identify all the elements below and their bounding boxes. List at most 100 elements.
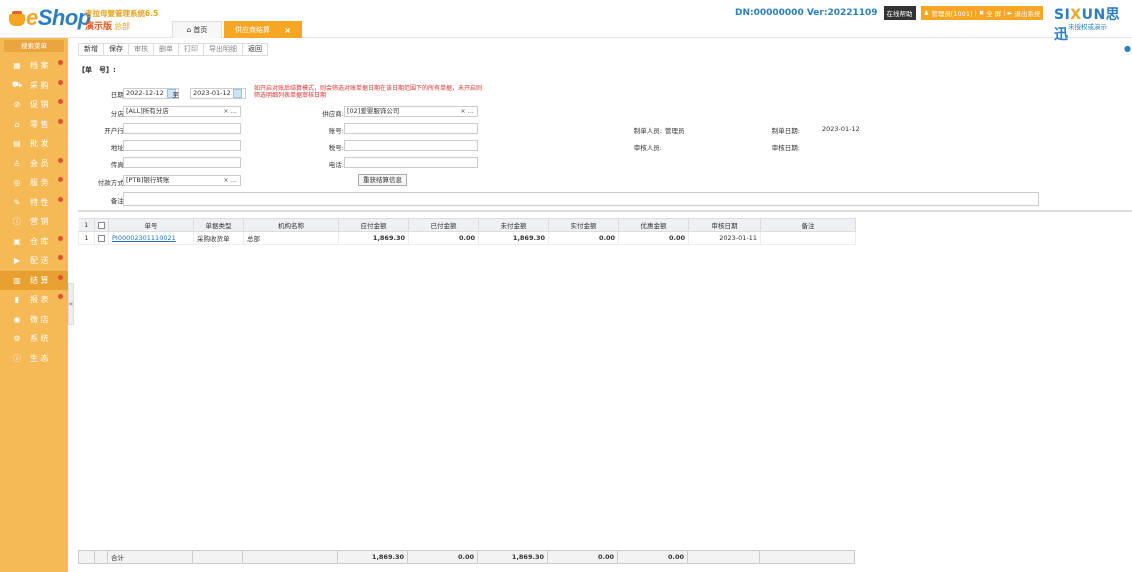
cell-remark[interactable] bbox=[760, 231, 856, 245]
account-input[interactable] bbox=[344, 123, 478, 134]
sidebar-item-13[interactable]: ◉ 微 店 bbox=[0, 310, 68, 330]
branch-select[interactable]: [ALL]所有分店 × ... bbox=[123, 106, 241, 117]
col-audit-date[interactable]: 审核日期 bbox=[688, 218, 761, 232]
sidebar-item-2[interactable]: ⊘ 促 销 bbox=[0, 95, 68, 115]
total-unpaid: 1,869.30 bbox=[477, 550, 548, 564]
make-date-value: 2023-01-12 bbox=[822, 125, 860, 133]
sidebar-item-0[interactable]: ▦ 档 案 bbox=[0, 56, 68, 76]
delete-button[interactable]: 删单 bbox=[154, 44, 179, 55]
sidebar-item-7[interactable]: ✎ 特 性 bbox=[0, 193, 68, 213]
settings-dot-icon[interactable]: ● bbox=[1124, 44, 1131, 53]
clear-icon[interactable]: × ... bbox=[223, 176, 237, 185]
col-remark[interactable]: 备注 bbox=[760, 218, 856, 232]
fax-input[interactable] bbox=[123, 157, 241, 168]
auditor-label: 审核人员: bbox=[633, 144, 662, 152]
row-count-header: 1 bbox=[78, 218, 95, 232]
user-bar: ♟ 管理员[1001] | ✖ 全 屏 | ► 退出系统 bbox=[920, 6, 1044, 20]
col-payable[interactable]: 应付金额 bbox=[338, 218, 409, 232]
audit-button[interactable]: 审核 bbox=[129, 44, 154, 55]
new-button[interactable]: 新增 bbox=[79, 44, 104, 55]
grid-header-row: 1 单号 单据类型 机构名称 应付金额 已付金额 未付金额 实付金额 优惠金额 … bbox=[78, 218, 856, 232]
cell-doc-type: 采购收货单 bbox=[193, 231, 244, 245]
doc-no-link[interactable]: PI00002301110021 bbox=[108, 231, 194, 245]
sidebar-item-9[interactable]: ▣ 仓 库 bbox=[0, 232, 68, 252]
col-discount[interactable]: 优惠金额 bbox=[618, 218, 689, 232]
supplier-select[interactable]: [02]爱婴服饰公司 × ... bbox=[344, 106, 478, 117]
back-button[interactable]: 返回 bbox=[243, 44, 267, 55]
cell-audit-date: 2023-01-11 bbox=[688, 231, 761, 245]
sidebar-item-1[interactable]: ⛟ 采 购 bbox=[0, 76, 68, 96]
chart-icon: ▤ bbox=[13, 139, 21, 149]
sidebar-item-12[interactable]: ▮ 报 表 bbox=[0, 290, 68, 310]
refetch-settlement-button[interactable]: 重获结算信息 bbox=[358, 174, 407, 186]
col-org-name[interactable]: 机构名称 bbox=[243, 218, 339, 232]
clear-icon[interactable]: × ... bbox=[460, 107, 474, 116]
fullscreen-button[interactable]: 全 屏 bbox=[986, 8, 1001, 18]
account-label: 账号: bbox=[328, 127, 344, 135]
sidebar-item-3[interactable]: ⌂ 零 售 bbox=[0, 115, 68, 135]
tab-supplier-settlement[interactable]: 供应商结算 × bbox=[224, 21, 302, 38]
sidebar-item-label: 配 送 bbox=[30, 256, 49, 266]
cart-icon: ⛟ bbox=[11, 80, 23, 90]
address-label: 地址: bbox=[110, 144, 126, 152]
sidebar-collapse-button[interactable]: « bbox=[68, 283, 74, 325]
user-icon: ♟ bbox=[923, 9, 930, 17]
sidebar-item-10[interactable]: ▶ 配 送 bbox=[0, 251, 68, 271]
sidebar-item-15[interactable]: ⓘ 生 态 bbox=[0, 349, 68, 369]
sidebar-item-14[interactable]: ⚙ 系 统 bbox=[0, 329, 68, 349]
export-detail-button[interactable]: 导出明细 bbox=[204, 44, 243, 55]
notification-dot bbox=[58, 177, 63, 182]
col-doc-no[interactable]: 单号 bbox=[108, 218, 194, 232]
notification-dot bbox=[58, 79, 63, 85]
remark-input[interactable] bbox=[123, 192, 1039, 206]
sidebar-item-label: 系 统 bbox=[30, 334, 49, 344]
settlement-grid: 1 单号 单据类型 机构名称 应付金额 已付金额 未付金额 实付金额 优惠金额 … bbox=[78, 210, 1132, 562]
user-icon: ♙ bbox=[13, 158, 21, 168]
menu-search-button[interactable]: 搜索菜单 bbox=[4, 40, 64, 52]
sidebar-item-11[interactable]: ▥ 结 算 bbox=[0, 270, 68, 290]
cell-discount[interactable]: 0.00 bbox=[618, 231, 689, 245]
col-unpaid[interactable]: 未付金额 bbox=[478, 218, 549, 232]
save-button[interactable]: 保存 bbox=[104, 44, 129, 55]
truck-icon: ▶ bbox=[13, 256, 21, 266]
warehouse-icon: ▣ bbox=[13, 236, 21, 246]
pay-method-select[interactable]: [PTB]银行转账 × ... bbox=[123, 175, 241, 186]
version-info: DN:00000000 Ver:20221109 bbox=[735, 8, 878, 18]
col-actual[interactable]: 实付金额 bbox=[548, 218, 619, 232]
notification-dot bbox=[58, 196, 63, 202]
maker-label: 制单人员: bbox=[633, 127, 662, 135]
sidebar-item-6[interactable]: ◎ 服 务 bbox=[0, 173, 68, 193]
cell-actual[interactable]: 0.00 bbox=[548, 231, 619, 245]
col-paid[interactable]: 已付金额 bbox=[408, 218, 479, 232]
sidebar-item-label: 促 销 bbox=[30, 100, 49, 110]
tab-home[interactable]: ⌂ 首页 bbox=[172, 21, 222, 38]
table-row[interactable]: 1 PI00002301110021 采购收货单 总部 1,869.30 0.0… bbox=[78, 231, 856, 245]
sidebar-item-label: 特 性 bbox=[30, 197, 49, 207]
select-all-checkbox[interactable] bbox=[94, 218, 109, 232]
clear-icon[interactable]: × ... bbox=[223, 107, 237, 116]
tax-input[interactable] bbox=[344, 140, 478, 151]
settle-icon: ▥ bbox=[13, 275, 21, 285]
online-help-button[interactable]: 在线帮助 bbox=[883, 6, 916, 20]
calendar-icon[interactable] bbox=[233, 89, 242, 98]
info-icon: ⓘ bbox=[13, 217, 21, 227]
eshop-logo: eShop bbox=[8, 5, 91, 33]
cell-org-name: 总部 bbox=[243, 231, 339, 245]
make-date-label: 制单日期: bbox=[771, 127, 800, 135]
sidebar-item-8[interactable]: ⓘ 营 销 bbox=[0, 212, 68, 232]
total-label: 合计 bbox=[107, 550, 193, 564]
close-icon[interactable]: × bbox=[284, 26, 291, 35]
bank-input[interactable] bbox=[123, 123, 241, 134]
logout-button[interactable]: 退出系统 bbox=[1014, 8, 1040, 18]
print-button[interactable]: 打印 bbox=[179, 44, 204, 55]
cell-payable: 1,869.30 bbox=[338, 231, 409, 245]
address-input[interactable] bbox=[123, 140, 241, 151]
doc-no-label: 【单 号】: bbox=[78, 66, 116, 74]
sidebar-item-label: 仓 库 bbox=[30, 236, 49, 246]
row-checkbox[interactable] bbox=[94, 231, 109, 245]
admin-button[interactable]: 管理员[1001] bbox=[931, 8, 972, 18]
col-doc-type[interactable]: 单据类型 bbox=[193, 218, 244, 232]
phone-input[interactable] bbox=[344, 157, 478, 168]
sidebar-item-4[interactable]: ▤ 批 发 bbox=[0, 134, 68, 154]
sidebar-item-5[interactable]: ♙ 会 员 bbox=[0, 154, 68, 174]
